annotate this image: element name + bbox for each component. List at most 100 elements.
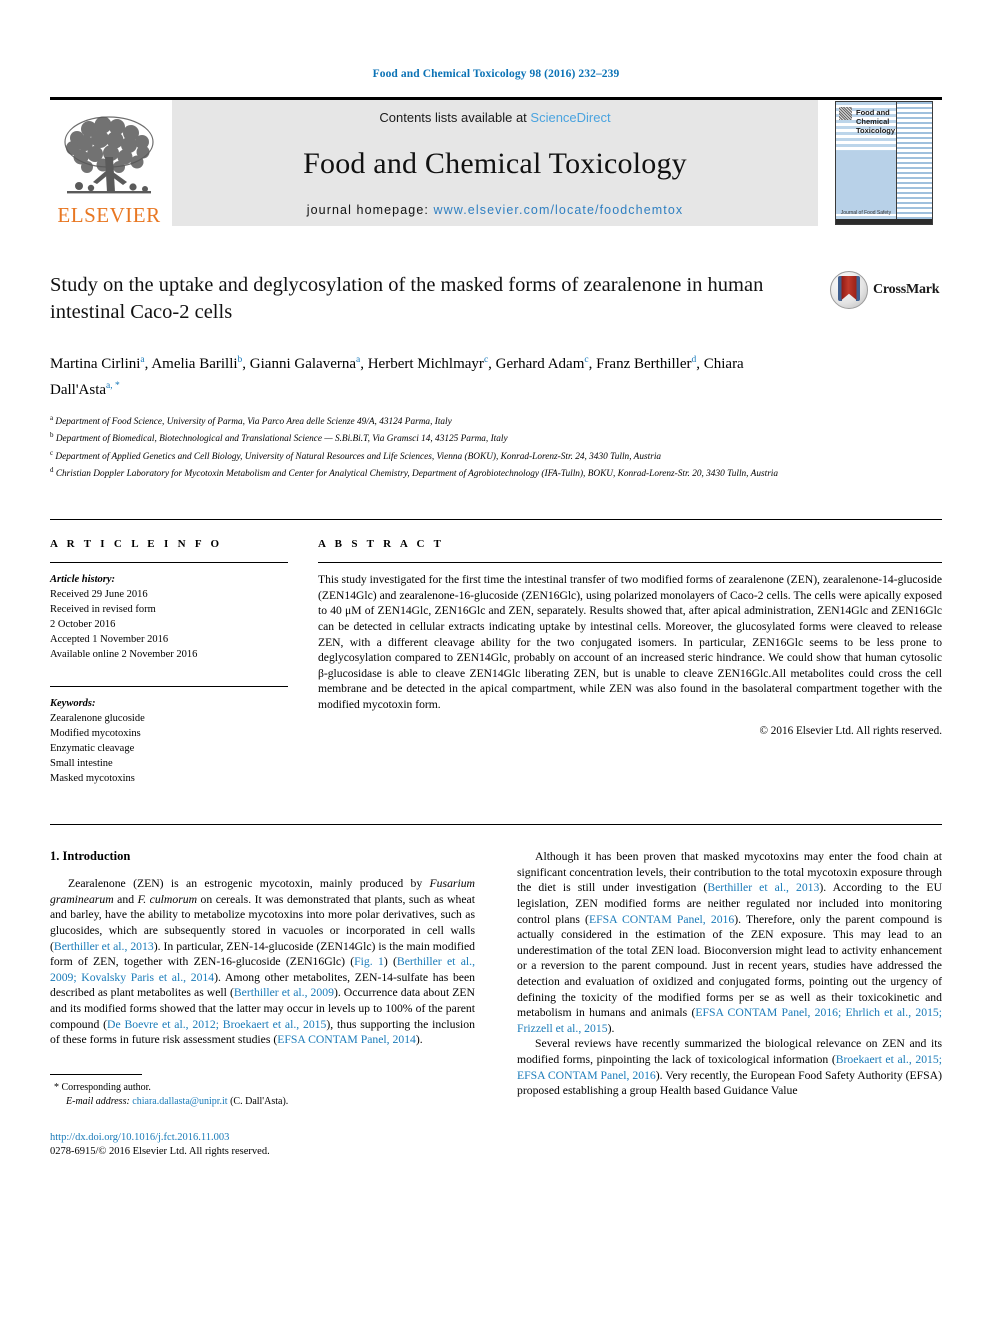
author-affiliation-mark: a, *: [106, 381, 120, 391]
keyword-item: Enzymatic cleavage: [50, 743, 135, 755]
email-suffix: (C. Dall'Asta).: [230, 1095, 289, 1107]
affiliation-item: b Department of Biomedical, Biotechnolog…: [50, 431, 508, 445]
crossmark-ribbon: [841, 276, 857, 300]
author-name: Gerhard Adam: [495, 356, 585, 372]
email-label: E-mail address:: [66, 1095, 130, 1107]
article-history-label: Article history:: [50, 574, 116, 586]
article-history-list: Received 29 June 2016 Received in revised…: [50, 587, 288, 662]
affiliation-mark: c: [50, 448, 54, 457]
contents-available-line: Contents lists available at ScienceDirec…: [379, 110, 610, 125]
abstract-heading: A B S T R A C T: [318, 538, 445, 551]
text-run: Zearalenone (ZEN) is an estrogenic mycot…: [68, 877, 430, 891]
footnote-rule: [50, 1073, 142, 1075]
text-run: ). Therefore, only the parent compound i…: [517, 912, 942, 1020]
journal-banner: ELSEVIER Contents lists available at Sci…: [50, 97, 942, 226]
citation-link[interactable]: EFSA CONTAM Panel, 2014: [277, 1033, 416, 1046]
abstract-text: This study investigated for the first ti…: [318, 573, 942, 711]
affiliation-item: c Department of Applied Genetics and Cel…: [50, 448, 662, 462]
corresponding-marker: *: [54, 1081, 59, 1093]
journal-title: Food and Chemical Toxicology: [303, 147, 687, 180]
author-affiliation-mark: a: [356, 355, 361, 365]
doi-block: http://dx.doi.org/10.1016/j.fct.2016.11.…: [50, 1131, 475, 1160]
affiliation-item: d Christian Doppler Laboratory for Mycot…: [50, 465, 779, 479]
email-note: E-mail address: chiara.dallasta@unipr.it…: [50, 1095, 475, 1109]
crossmark-left-bar: [838, 276, 842, 301]
citation-link[interactable]: Berthiller et al., 2009: [234, 986, 334, 999]
text-run: and: [113, 892, 138, 906]
body-paragraph: Zearalenone (ZEN) is an estrogenic mycot…: [50, 876, 475, 1048]
cover-color-block: [836, 150, 896, 215]
cover-footer-text: Journal of Food Safety: [840, 210, 892, 216]
keywords-rule: [50, 686, 288, 688]
banner-center: Contents lists available at ScienceDirec…: [172, 100, 818, 226]
author-affiliation-mark: a: [140, 355, 145, 365]
article-history-item: Received 29 June 2016: [50, 589, 148, 601]
introduction-left-text: Zearalenone (ZEN) is an estrogenic mycot…: [50, 876, 475, 1048]
cover-logo-icon: [839, 107, 852, 120]
sciencedirect-link[interactable]: ScienceDirect: [530, 110, 610, 125]
email-link[interactable]: chiara.dallasta@unipr.it: [132, 1096, 227, 1107]
body-paragraph: Several reviews have recently summarized…: [517, 1036, 942, 1098]
publisher-logo: ELSEVIER: [50, 100, 168, 226]
crossmark-label: CrossMark: [873, 282, 940, 297]
info-abstract-section: A R T I C L E I N F O Article history: R…: [50, 519, 942, 786]
citation-link[interactable]: Berthiller et al., 2013: [707, 881, 819, 894]
article-info-heading: A R T I C L E I N F O: [50, 538, 223, 551]
cover-right-panel: [895, 102, 932, 224]
homepage-prefix: journal homepage:: [306, 203, 434, 217]
paper-page: Food and Chemical Toxicology 98 (2016) 2…: [0, 0, 992, 1323]
cover-contents-text: [899, 106, 930, 111]
author-affiliation-mark: c: [483, 355, 489, 365]
body-column-right: Although it has been proven that masked …: [517, 849, 942, 1160]
corresponding-author-note: * Corresponding author.: [50, 1081, 475, 1095]
crossmark-icon: [830, 271, 868, 309]
keyword-item: Masked mycotoxins: [50, 773, 135, 785]
citation-link[interactable]: EFSA CONTAM Panel, 2016: [589, 913, 734, 926]
author-list: Martina Cirlinia, Amelia Barillib, Giann…: [50, 355, 744, 398]
affiliation-item: a Department of Food Science, University…: [50, 414, 452, 428]
affiliation-mark: b: [50, 431, 54, 440]
article-info-rule: [50, 562, 288, 564]
journal-cover-thumbnail: Food and Chemical Toxicology Journal of …: [835, 101, 933, 225]
corresponding-label: Corresponding author.: [61, 1081, 151, 1093]
doi-link[interactable]: http://dx.doi.org/10.1016/j.fct.2016.11.…: [50, 1131, 475, 1146]
abstract-copyright: © 2016 Elsevier Ltd. All rights reserved…: [759, 724, 943, 737]
author-name: Gianni Galaverna: [249, 356, 356, 372]
journal-homepage-link[interactable]: www.elsevier.com/locate/foodchemtox: [434, 203, 684, 217]
title-area: Study on the uptake and deglycosylation …: [50, 270, 942, 332]
abstract-rule: [318, 562, 942, 564]
article-history-item: Available online 2 November 2016: [50, 649, 198, 661]
abstract-column: A B S T R A C T This study investigated …: [318, 538, 942, 786]
cover-bottom-bar: [836, 219, 932, 224]
text-run: ).: [607, 1021, 615, 1035]
author-name: Franz Berthiller: [596, 356, 692, 372]
cover-left-panel: Food and Chemical Toxicology Journal of …: [836, 102, 896, 224]
keywords-list: Zearalenone glucoside Modified mycotoxins…: [50, 711, 288, 786]
affiliation-list: a Department of Food Science, University…: [50, 412, 880, 481]
article-info-column: A R T I C L E I N F O Article history: R…: [50, 538, 288, 786]
author-name: Martina Cirlini: [50, 356, 141, 372]
article-history-item: Received in revised form: [50, 604, 156, 616]
introduction-heading: 1. Introduction: [50, 849, 131, 864]
page-title: Study on the uptake and deglycosylation …: [50, 274, 764, 323]
crossmark-badge[interactable]: CrossMark: [830, 270, 942, 310]
author-name: Amelia Barilli: [151, 356, 238, 372]
keyword-item: Zearalenone glucoside: [50, 713, 145, 725]
cover-journal-title: Food and Chemical Toxicology: [856, 108, 896, 135]
journal-cover-block: Food and Chemical Toxicology Journal of …: [826, 100, 942, 226]
introduction-right-text: Although it has been proven that masked …: [517, 849, 942, 1099]
citation-link[interactable]: De Boevre et al., 2012; Broekaert et al.…: [107, 1018, 326, 1031]
article-history-item: Accepted 1 November 2016: [50, 634, 169, 646]
body-paragraph: Although it has been proven that masked …: [517, 849, 942, 1036]
keywords-label: Keywords:: [50, 698, 96, 710]
elsevier-tree-icon: [57, 112, 161, 204]
author-affiliation-mark: b: [237, 355, 243, 365]
journal-homepage-line: journal homepage: www.elsevier.com/locat…: [307, 203, 684, 217]
keywords-block: Keywords: Zearalenone glucoside Modified …: [50, 686, 288, 786]
text-run: ) (: [383, 955, 397, 969]
crossmark-right-bar: [856, 276, 860, 301]
keyword-item: Small intestine: [50, 758, 113, 770]
author-affiliation-mark: c: [584, 355, 589, 365]
citation-link[interactable]: Fig. 1: [354, 955, 384, 968]
citation-link[interactable]: Berthiller et al., 2013: [54, 940, 154, 953]
